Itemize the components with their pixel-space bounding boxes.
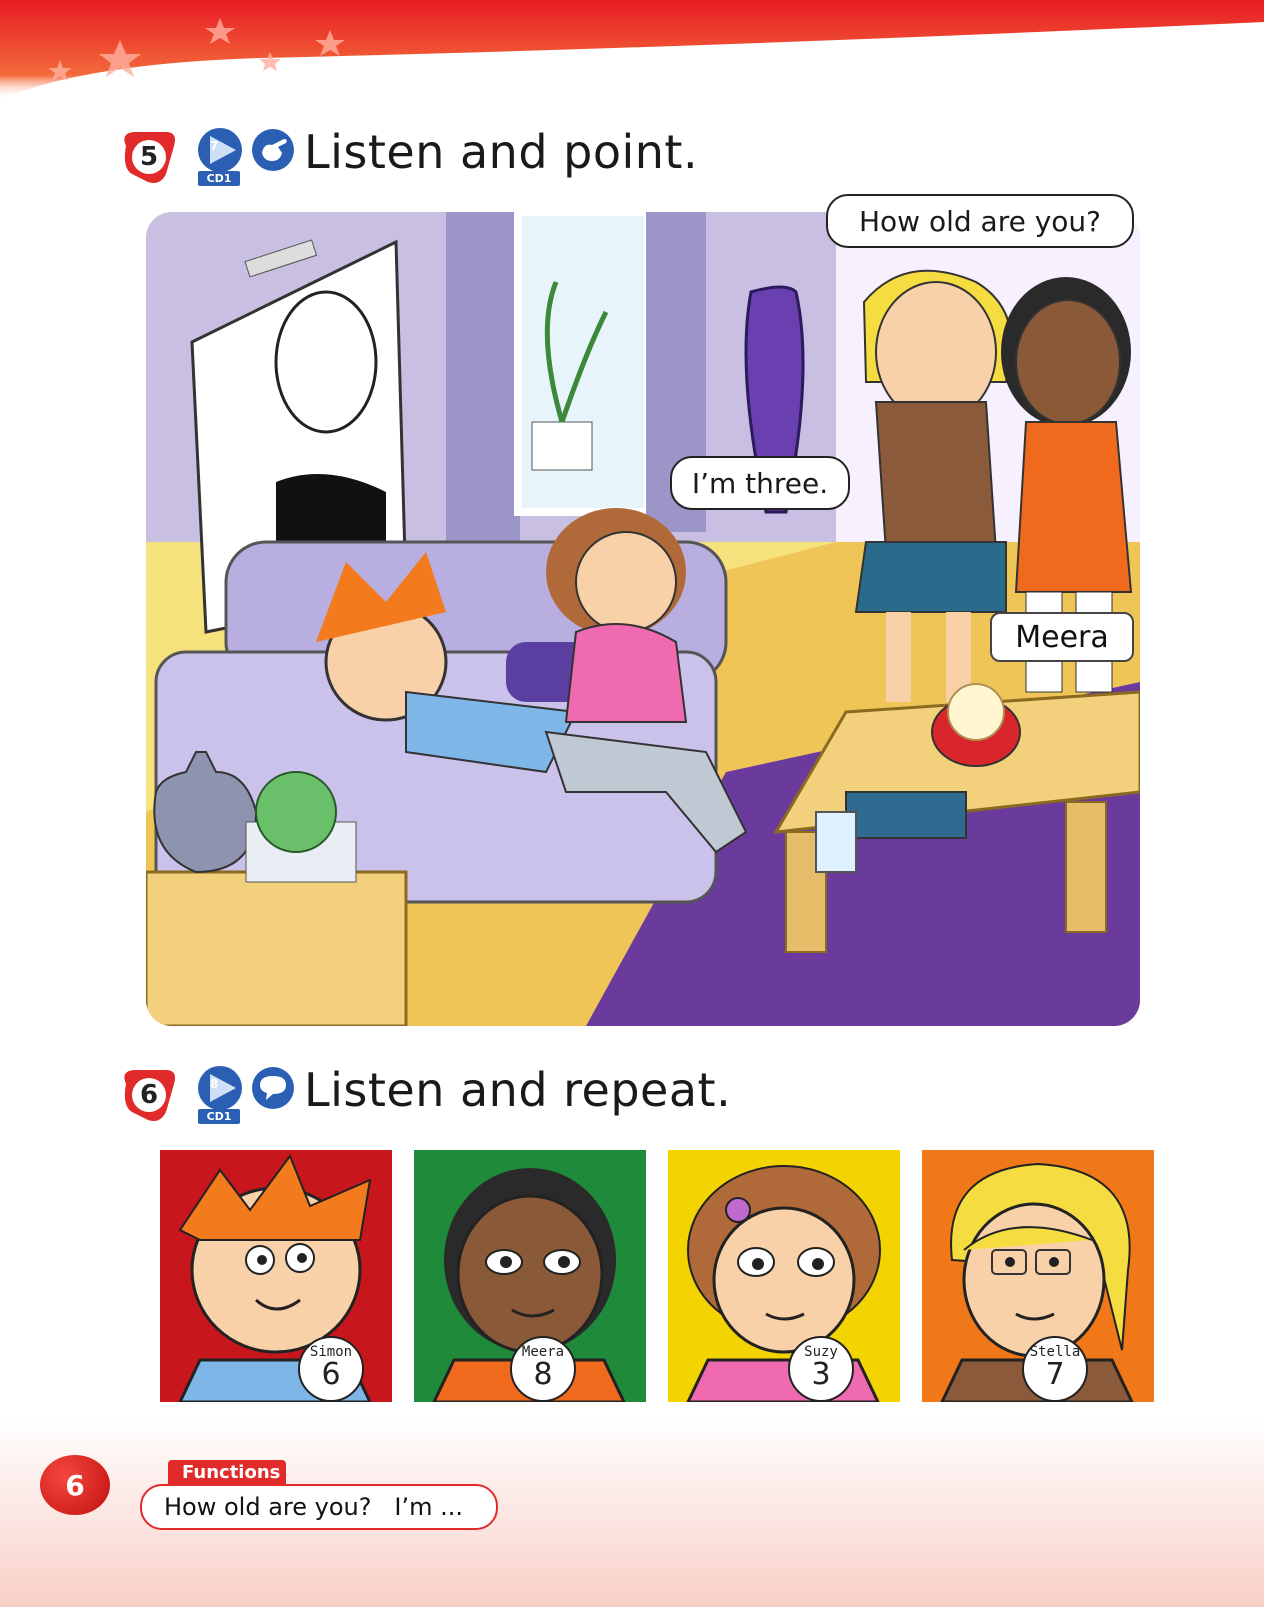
exercise-number: 5 (118, 126, 180, 188)
functions-text: How old are you? I’m ... (164, 1493, 463, 1521)
exercise-6-header: 6 8 CD1 Listen and repeat. (118, 1060, 731, 1130)
top-banner (0, 0, 1264, 110)
page-number: 6 (40, 1455, 110, 1515)
exercise-title: Listen and repeat. (304, 1063, 731, 1117)
portrait-stella: Stella 7 (922, 1150, 1154, 1402)
plant-pot (532, 422, 592, 470)
tag-age: 7 (1024, 1360, 1086, 1390)
portrait-suzy: Suzy 3 (668, 1150, 900, 1402)
exercise-number: 6 (118, 1064, 180, 1126)
speech-bubble-question: How old are you? (826, 194, 1134, 248)
bubble-answer-text: I’m three. (692, 467, 828, 500)
cd-label: CD1 (198, 171, 240, 186)
play-icon (196, 1064, 248, 1114)
suzy-illustration (668, 1150, 900, 1402)
name-tag: Simon 6 (298, 1336, 364, 1402)
cd-label: CD1 (198, 1109, 240, 1124)
tag-age: 3 (790, 1360, 852, 1390)
name-tag: Meera 8 (510, 1336, 576, 1402)
track-number: 8 (210, 1077, 218, 1091)
speech-bubble-answer: I’m three. (670, 456, 850, 510)
name-tag: Stella 7 (1022, 1336, 1088, 1402)
functions-tab: Functions (168, 1460, 286, 1486)
exercise-number-badge: 6 (118, 1064, 180, 1126)
bubble-question-text: How old are you? (859, 205, 1101, 238)
portrait-meera: Meera 8 (414, 1150, 646, 1402)
tag-age: 8 (512, 1360, 574, 1390)
name-label-meera: Meera (990, 612, 1134, 662)
exercise-number-badge: 5 (118, 126, 180, 188)
cd-track-icon[interactable]: 8 CD1 (196, 1064, 248, 1126)
speech-icon (250, 1065, 296, 1111)
exercise-5-header: 5 7 CD1 Listen and point. (118, 122, 698, 192)
play-icon (196, 126, 248, 176)
name-tag: Suzy 3 (788, 1336, 854, 1402)
name-label-text: Meera (1015, 620, 1109, 655)
portrait-simon: Simon 6 (160, 1150, 392, 1402)
character-portraits: Simon 6 Meera 8 Suz (132, 1150, 1172, 1402)
track-number: 7 (210, 139, 218, 153)
cd-track-icon[interactable]: 7 CD1 (196, 126, 248, 188)
point-hand-icon (250, 127, 296, 173)
tag-age: 6 (300, 1360, 362, 1390)
exercise-title: Listen and point. (304, 125, 698, 179)
functions-box: How old are you? I’m ... (140, 1484, 498, 1530)
curtain-left (446, 212, 520, 542)
side-table (146, 872, 406, 1026)
